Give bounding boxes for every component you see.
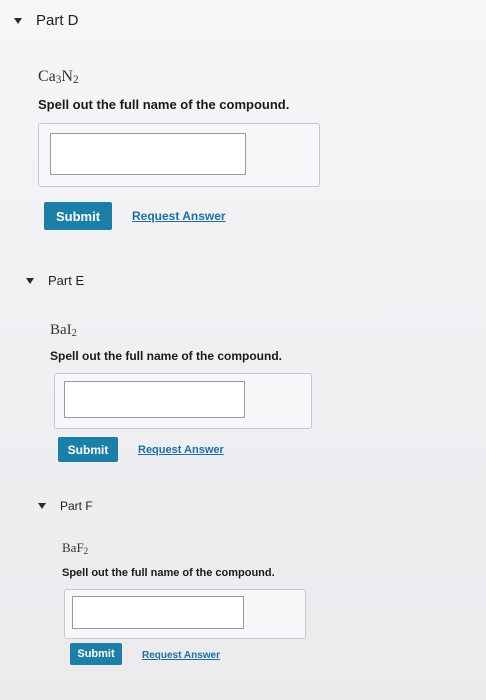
part-f-title: Part F (60, 499, 93, 513)
part-d-title: Part D (36, 12, 79, 29)
answer-area (38, 123, 320, 187)
part-e-header[interactable]: Part E (26, 273, 84, 288)
part-d-header[interactable]: Part D (14, 12, 79, 29)
part-f: Part F BaF2 Spell out the full name of t… (0, 490, 486, 700)
submit-button[interactable]: Submit (44, 202, 112, 230)
answer-input[interactable] (50, 133, 246, 175)
part-f-header[interactable]: Part F (38, 499, 93, 513)
request-answer-link[interactable]: Request Answer (132, 209, 226, 223)
request-answer-link[interactable]: Request Answer (138, 444, 224, 456)
question-prompt: Spell out the full name of the compound. (62, 567, 275, 579)
compound-formula: BaI2 (50, 322, 77, 339)
answer-input[interactable] (72, 596, 244, 629)
answer-area (54, 373, 312, 429)
compound-formula: Ca3N2 (38, 68, 79, 86)
part-d: Part D Ca3N2 Spell out the full name of … (0, 0, 486, 245)
chevron-down-icon[interactable] (14, 17, 22, 24)
part-e-title: Part E (48, 273, 85, 288)
page: Part D Ca3N2 Spell out the full name of … (0, 0, 486, 700)
submit-button[interactable]: Submit (58, 437, 118, 462)
chevron-down-icon[interactable] (26, 277, 34, 284)
answer-area (64, 589, 306, 639)
compound-formula: BaF2 (62, 540, 89, 556)
submit-button[interactable]: Submit (70, 643, 122, 665)
question-prompt: Spell out the full name of the compound. (38, 97, 290, 112)
chevron-down-icon[interactable] (38, 503, 46, 509)
part-e: Part E BaI2 Spell out the full name of t… (0, 260, 486, 480)
question-prompt: Spell out the full name of the compound. (50, 349, 282, 363)
answer-input[interactable] (64, 381, 245, 418)
request-answer-link[interactable]: Request Answer (142, 650, 220, 661)
